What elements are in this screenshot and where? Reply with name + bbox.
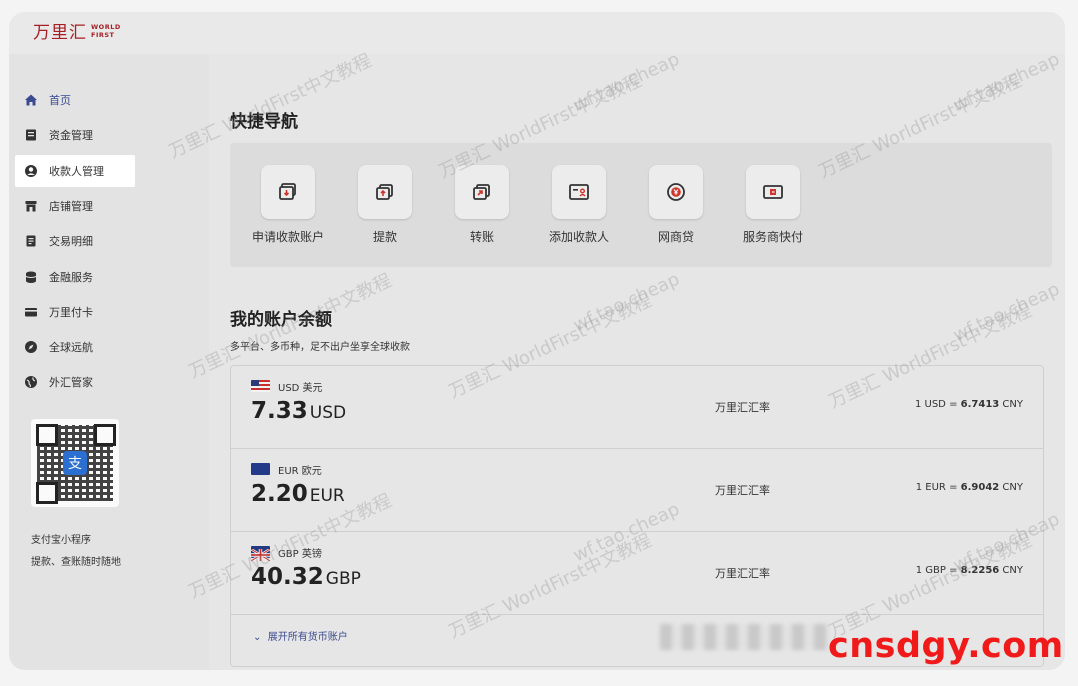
sidebar-item-stores[interactable]: 店铺管理 [15,190,135,222]
exchange-rate: 1 USD = 6.7413 CNY [914,399,1023,410]
add-payee-label: 添加收款人 [548,230,609,244]
sidebar-item-card[interactable]: 万里付卡 [15,296,135,328]
loan-label: 网商贷 [657,230,694,244]
watermark-text: wf.tao.cheap [569,268,683,337]
sidebar-item-fx[interactable]: 外汇管家 [15,366,135,398]
expand-all-currencies-link[interactable]: ⌄ 展开所有货币账户 [253,628,348,643]
sidebar-item-home[interactable]: 首页 [15,84,135,116]
loan-button[interactable]: 网商贷 [626,165,726,245]
chevron-down-icon: ⌄ [253,632,262,643]
card-icon [24,305,38,319]
sidebar-item-label: 店铺管理 [49,200,93,213]
sidebar-item-label: 交易明细 [49,235,93,248]
alipay-icon: 支 [63,451,87,475]
finance-icon [24,270,38,284]
blurred-watermark [660,624,830,650]
withdraw-icon [358,165,412,219]
document-icon [24,234,38,248]
sidebar: 首页 资金管理 收款人管理 店铺管理 交易明细 金融服务 万里付卡 全球远航 外… [9,54,209,670]
sidebar-item-label: 全球远航 [49,341,93,354]
sidebar-item-transactions[interactable]: 交易明细 [15,225,135,257]
exchange-rate: 1 GBP = 8.2256 CNY [915,565,1023,576]
watermark-text: wf.tao.cheap [949,48,1063,117]
sidebar-item-finance[interactable]: 金融服务 [15,261,135,293]
apply-account-label: 申请收款账户 [251,230,324,244]
quick-pay-button[interactable]: 服务商快付 [723,165,823,245]
watermark-text: wf.tao.cheap [569,48,683,117]
loan-icon [649,165,703,219]
receive-account-icon [261,165,315,219]
sidebar-item-label: 资金管理 [49,129,93,142]
account-row-usd[interactable]: USD 美元 7.33 USD 万里汇汇率 1 USD = 6.7413 CNY [231,366,1043,449]
sidebar-item-global[interactable]: 全球远航 [15,331,135,363]
rate-label: 万里汇汇率 [715,484,770,497]
transfer-icon [455,165,509,219]
apply-account-button[interactable]: 申请收款账户 [238,165,338,245]
eu-flag-icon [251,463,270,475]
currency-name: EUR 欧元 [278,466,322,477]
globe-icon [24,375,38,389]
withdraw-label: 提款 [372,230,397,244]
user-icon [24,164,38,178]
rate-label: 万里汇汇率 [715,401,770,414]
sidebar-item-payees[interactable]: 收款人管理 [15,155,135,187]
balance-amount: 40.32 GBP [251,564,361,590]
quick-nav-panel: 申请收款账户 提款 转账 添加收款人 网商贷 服务商快付 [230,143,1052,267]
compass-icon [24,340,38,354]
quick-pay-label: 服务商快付 [742,230,803,244]
top-bar: 万里汇 WORLD FIRST [9,12,1065,54]
balances-card: USD 美元 7.33 USD 万里汇汇率 1 USD = 6.7413 CNY … [230,365,1044,667]
mini-program-desc: 提款、查账随时随地 [31,557,121,568]
alipay-qr-code: 支 [31,419,119,507]
mini-program-title: 支付宝小程序 [31,535,91,546]
sidebar-item-label: 金融服务 [49,271,93,284]
exchange-rate: 1 EUR = 6.9042 CNY [915,482,1023,493]
sidebar-item-funds[interactable]: 资金管理 [15,119,135,151]
sidebar-item-label: 收款人管理 [49,165,104,178]
watermark-text: wf.tao.cheap [949,278,1063,347]
quick-nav-title: 快捷导航 [230,112,298,132]
balance-amount: 2.20 EUR [251,481,345,507]
worldfirst-logo[interactable]: 万里汇 WORLD FIRST [33,18,121,44]
transfer-label: 转账 [469,230,494,244]
sidebar-item-label: 外汇管家 [49,376,93,389]
cnsdgy-watermark: cnsdgy.com [828,626,1064,666]
add-payee-icon [552,165,606,219]
balances-title: 我的账户余额 [230,310,332,330]
balances-subtitle: 多平台、多币种，足不出户坐享全球收款 [230,342,410,353]
ledger-icon [24,128,38,142]
quick-pay-icon [746,165,800,219]
logo-en-text: WORLD FIRST [91,22,121,39]
us-flag-icon [251,380,270,392]
store-icon [24,199,38,213]
rate-label: 万里汇汇率 [715,567,770,580]
add-payee-button[interactable]: 添加收款人 [529,165,629,245]
account-row-eur[interactable]: EUR 欧元 2.20 EUR 万里汇汇率 1 EUR = 6.9042 CNY [231,449,1043,532]
app-window: 万里汇 WORLD FIRST 首页 资金管理 收款人管理 店铺管理 交易明细 … [9,12,1065,670]
sidebar-item-label: 万里付卡 [49,306,93,319]
currency-name: GBP 英镑 [278,549,322,560]
logo-cn-text: 万里汇 [33,23,87,43]
account-row-gbp[interactable]: GBP 英镑 40.32 GBP 万里汇汇率 1 GBP = 8.2256 CNY [231,532,1043,615]
home-icon [24,93,38,107]
sidebar-item-label: 首页 [49,94,71,107]
currency-name: USD 美元 [278,383,323,394]
transfer-button[interactable]: 转账 [432,165,532,245]
withdraw-button[interactable]: 提款 [335,165,435,245]
balance-amount: 7.33 USD [251,398,347,424]
uk-flag-icon [250,546,271,563]
